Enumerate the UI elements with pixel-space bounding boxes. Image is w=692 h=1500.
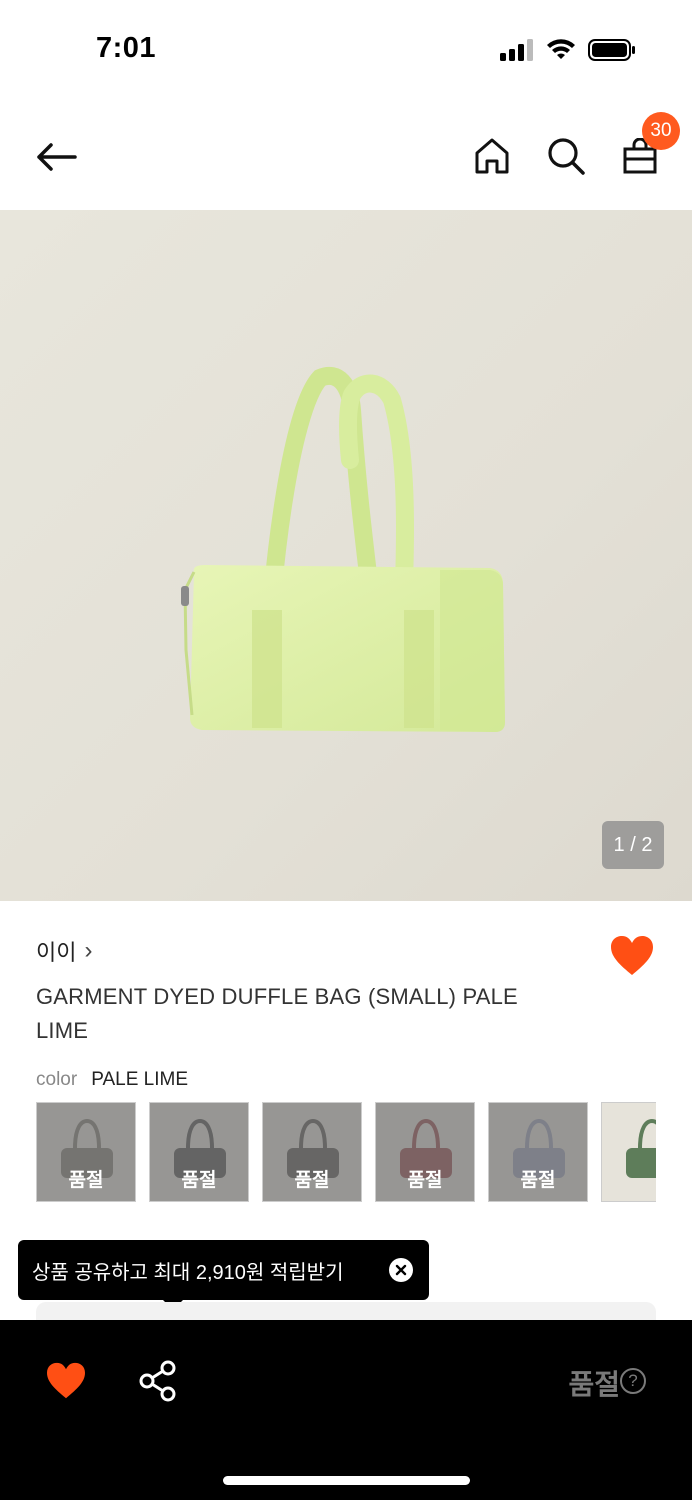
share-reward-tooltip: 상품 공유하고 최대 2,910원 적립받기 <box>18 1240 429 1310</box>
nav-actions: 30 <box>470 112 680 178</box>
home-button[interactable] <box>470 134 514 178</box>
options-panel-top <box>36 1302 656 1322</box>
color-swatch[interactable]: 품절 <box>149 1102 249 1202</box>
sold-out-label: 품절 <box>568 1369 620 1400</box>
selected-color-value: PALE LIME <box>91 1069 188 1090</box>
search-icon <box>548 138 585 175</box>
heart-icon <box>47 1362 85 1399</box>
swatch-sold-out-label: 품절 <box>520 1170 556 1191</box>
close-circle-icon <box>395 1264 407 1276</box>
color-swatch[interactable]: 품절 <box>375 1102 475 1202</box>
wishlist-button[interactable] <box>46 1362 88 1402</box>
tooltip-close-button[interactable] <box>389 1258 413 1282</box>
product-image-gallery[interactable]: 1 / 2 <box>0 210 692 901</box>
color-swatch[interactable]: 품절 <box>488 1102 588 1202</box>
back-button[interactable] <box>30 134 82 180</box>
search-button[interactable] <box>544 134 588 178</box>
battery-icon <box>588 39 635 61</box>
brand-link[interactable]: 이이 › <box>36 935 92 967</box>
chevron-right-icon: › <box>84 937 93 964</box>
home-indicator <box>223 1476 470 1485</box>
status-icons <box>500 38 636 62</box>
favorite-button[interactable] <box>610 935 654 979</box>
color-row: color PALE LIME <box>36 1069 188 1091</box>
product-image <box>181 367 505 732</box>
status-bar: 7:01 <box>0 0 692 100</box>
share-icon <box>139 1360 176 1402</box>
bottom-action-bar: 품절 ? <box>0 1320 692 1500</box>
swatch-sold-out-label: 품절 <box>181 1170 217 1191</box>
color-swatch[interactable]: 품절 <box>262 1102 362 1202</box>
brand-name: 이이 <box>36 940 77 965</box>
help-button[interactable]: ? <box>620 1368 646 1394</box>
status-time: 7:01 <box>96 32 157 64</box>
top-nav-bar: 30 <box>0 100 692 210</box>
arrow-left-icon <box>37 143 77 171</box>
home-icon <box>475 138 509 174</box>
swatch-bag-thumbnail <box>626 1118 656 1178</box>
swatch-sold-out-label: 품절 <box>68 1170 104 1191</box>
swatch-sold-out-label: 품절 <box>294 1170 330 1191</box>
image-counter: 1 / 2 <box>602 821 664 869</box>
cellular-signal-icon <box>500 39 533 61</box>
heart-icon <box>611 936 653 975</box>
color-swatch-list: 품절 품절 품절 품절 품절 <box>36 1102 656 1204</box>
product-title: GARMENT DYED DUFFLE BAG (SMALL) PALE LIM… <box>36 984 518 1043</box>
color-swatch[interactable]: 품절 <box>36 1102 136 1202</box>
swatch-sold-out-label: 품절 <box>407 1170 443 1191</box>
cart-button[interactable]: 30 <box>618 112 680 178</box>
cart-count-badge: 30 <box>642 112 680 150</box>
wifi-icon <box>547 39 575 59</box>
share-button[interactable] <box>138 1360 178 1402</box>
tooltip-text: 상품 공유하고 최대 2,910원 적립받기 <box>32 1261 344 1284</box>
color-label: color <box>36 1069 78 1090</box>
color-swatch[interactable] <box>601 1102 656 1202</box>
